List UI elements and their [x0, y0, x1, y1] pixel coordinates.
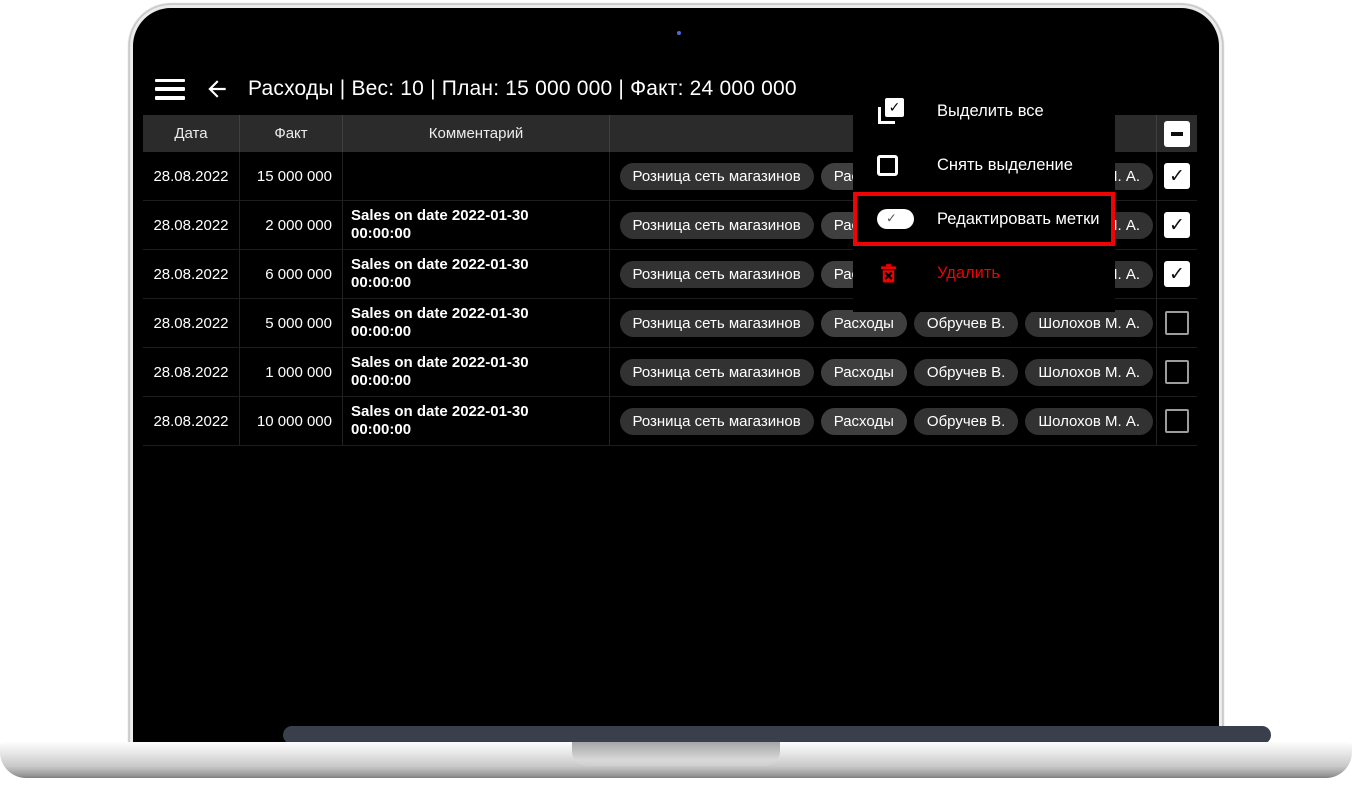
tag-chip[interactable]: Розница сеть магазинов	[620, 359, 814, 386]
edit-labels-icon	[877, 209, 915, 229]
tag-chip[interactable]: Расходы	[821, 310, 907, 337]
cell-checkbox	[1157, 348, 1197, 396]
menu-item-deselect[interactable]: Снять выделение	[853, 138, 1115, 192]
column-header-comment: Комментарий	[343, 115, 610, 152]
deselect-icon	[877, 155, 915, 176]
cell-comment: Sales on date 2022-01-30 00:00:00	[343, 201, 610, 249]
cell-tags: Розница сеть магазинов Расходы Обручев В. Ш…	[610, 397, 1157, 445]
row-checkbox[interactable]	[1164, 261, 1190, 287]
delete-icon	[877, 262, 915, 285]
page-title: Расходы | Вес: 10 | План: 15 000 000 | Ф…	[248, 77, 797, 101]
table-row[interactable]: 28.08.2022 10 000 000 Sales on date 2022…	[143, 397, 1197, 446]
cell-date: 28.08.2022	[143, 152, 240, 200]
tag-chip[interactable]: Шолохов М. А.	[1025, 408, 1153, 435]
cell-checkbox	[1157, 201, 1197, 249]
row-checkbox[interactable]	[1164, 212, 1190, 238]
cell-comment: Sales on date 2022-01-30 00:00:00	[343, 250, 610, 298]
tag-chip[interactable]: Расходы	[821, 359, 907, 386]
select-all-checkbox[interactable]	[1164, 121, 1190, 147]
cell-checkbox	[1157, 299, 1197, 347]
cell-date: 28.08.2022	[143, 201, 240, 249]
cell-fact: 6 000 000	[240, 250, 343, 298]
row-checkbox[interactable]	[1165, 409, 1189, 433]
cell-date: 28.08.2022	[143, 348, 240, 396]
menu-item-label: Снять выделение	[937, 156, 1073, 175]
context-menu: Выделить все Снять выделение Редактирова…	[853, 84, 1115, 312]
column-header-date: Дата	[143, 115, 240, 152]
cell-comment: Sales on date 2022-01-30 00:00:00	[343, 397, 610, 445]
cell-date: 28.08.2022	[143, 250, 240, 298]
tag-chip[interactable]: Обручев В.	[914, 408, 1018, 435]
cell-date: 28.08.2022	[143, 299, 240, 347]
column-header-fact: Факт	[240, 115, 343, 152]
menu-item-select-all[interactable]: Выделить все	[853, 84, 1115, 138]
back-arrow-icon[interactable]	[203, 75, 231, 103]
laptop-screen: Расходы | Вес: 10 | План: 15 000 000 | Ф…	[133, 8, 1219, 744]
tag-chip[interactable]: Розница сеть магазинов	[620, 212, 814, 239]
cell-fact: 1 000 000	[240, 348, 343, 396]
tag-chip[interactable]: Шолохов М. А.	[1025, 310, 1153, 337]
cell-date: 28.08.2022	[143, 397, 240, 445]
select-all-icon	[877, 98, 915, 125]
table-row[interactable]: 28.08.2022 1 000 000 Sales on date 2022-…	[143, 348, 1197, 397]
cell-checkbox	[1157, 250, 1197, 298]
tag-chip[interactable]: Розница сеть магазинов	[620, 261, 814, 288]
page-background: Расходы | Вес: 10 | План: 15 000 000 | Ф…	[0, 0, 1352, 785]
column-header-select	[1157, 115, 1197, 152]
menu-item-edit-labels[interactable]: Редактировать метки	[853, 192, 1115, 246]
cell-fact: 15 000 000	[240, 152, 343, 200]
cell-fact: 2 000 000	[240, 201, 343, 249]
webcam-icon	[677, 31, 681, 35]
row-checkbox[interactable]	[1164, 163, 1190, 189]
tag-chip[interactable]: Розница сеть магазинов	[620, 408, 814, 435]
row-checkbox[interactable]	[1165, 360, 1189, 384]
cell-fact: 10 000 000	[240, 397, 343, 445]
cell-comment: Sales on date 2022-01-30 00:00:00	[343, 348, 610, 396]
tag-chip[interactable]: Шолохов М. А.	[1025, 359, 1153, 386]
cell-comment	[343, 152, 610, 200]
menu-item-label: Удалить	[937, 264, 1000, 283]
cell-comment: Sales on date 2022-01-30 00:00:00	[343, 299, 610, 347]
menu-item-label: Редактировать метки	[937, 210, 1100, 229]
cell-fact: 5 000 000	[240, 299, 343, 347]
tag-chip[interactable]: Обручев В.	[914, 359, 1018, 386]
menu-item-delete[interactable]: Удалить	[853, 246, 1115, 300]
trackpad-notch	[572, 742, 780, 766]
tag-chip[interactable]: Розница сеть магазинов	[620, 163, 814, 190]
cell-tags: Розница сеть магазинов Расходы Обручев В. Ш…	[610, 348, 1157, 396]
tag-chip[interactable]: Расходы	[821, 408, 907, 435]
menu-item-label: Выделить все	[937, 102, 1044, 121]
tag-chip[interactable]: Обручев В.	[914, 310, 1018, 337]
cell-checkbox	[1157, 152, 1197, 200]
laptop-base	[0, 742, 1352, 778]
row-checkbox[interactable]	[1165, 311, 1189, 335]
tag-chip[interactable]: Розница сеть магазинов	[620, 310, 814, 337]
menu-icon[interactable]	[155, 79, 185, 100]
cell-checkbox	[1157, 397, 1197, 445]
